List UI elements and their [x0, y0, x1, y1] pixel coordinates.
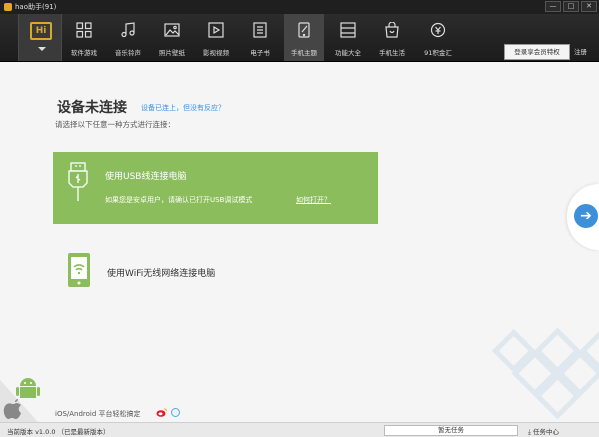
- nav-label: 手机生活: [379, 49, 405, 57]
- usb-connect-option[interactable]: 使用USB线连接电脑 如果您是安卓用户，请确认已打开USB调试模式 如何打开？: [53, 152, 378, 224]
- nav-themes[interactable]: 手机主题: [284, 14, 324, 61]
- nav-label: 电子书: [250, 49, 270, 57]
- register-link[interactable]: 注册: [574, 46, 587, 56]
- minimize-button[interactable]: —: [545, 1, 561, 12]
- task-center-button[interactable]: ⤓ 任务中心: [528, 426, 559, 437]
- wifi-phone-icon: [68, 253, 90, 287]
- nav-label: 音乐铃声: [115, 49, 141, 57]
- nav-features[interactable]: 功能大全: [328, 14, 368, 61]
- window-controls: — □ ✕: [545, 1, 597, 12]
- nav-label: 软件游戏: [71, 49, 97, 57]
- usb-cable-icon: [68, 162, 88, 201]
- list-icon: [340, 22, 356, 38]
- decorative-squares-graphic: [491, 327, 599, 420]
- nav-music[interactable]: 音乐铃声: [108, 14, 148, 61]
- window-title: hao助手(91): [15, 3, 57, 11]
- app-icon: [4, 3, 12, 11]
- nav-label: 影视视频: [203, 49, 229, 57]
- platform-support-text: iOS/Android 平台轻松搞定: [55, 410, 141, 418]
- member-login-button[interactable]: 登录享会员特权: [504, 44, 570, 60]
- wifi-connect-option[interactable]: 使用WiFi无线网络连接电脑: [53, 245, 378, 295]
- version-info: 当前版本 v1.0.0 （已是最新版本）: [7, 428, 110, 436]
- android-ios-logo-graphic: [0, 378, 40, 422]
- task-status-box[interactable]: 暂无任务: [384, 425, 518, 436]
- arrow-right-icon: ➔: [574, 204, 598, 228]
- nav-photos[interactable]: 照片壁纸: [152, 14, 192, 61]
- book-icon: [253, 22, 267, 38]
- nav-91-jinhui[interactable]: 91积金汇: [418, 14, 458, 61]
- theme-icon: [298, 22, 310, 38]
- film-icon: [208, 22, 224, 38]
- apps-grid-icon: [76, 22, 92, 38]
- hi-logo-icon: Hi: [30, 22, 52, 40]
- usb-option-title: 使用USB线连接电脑: [105, 172, 187, 182]
- usb-option-description: 如果您是安卓用户，请确认已打开USB调试模式: [105, 196, 253, 204]
- page-title: 设备未连接: [57, 100, 127, 116]
- nav-apps-games[interactable]: 软件游戏: [64, 14, 104, 61]
- nav-label: 功能大全: [335, 49, 361, 57]
- nav-video[interactable]: 影视视频: [196, 14, 236, 61]
- connection-instruction: 请选择以下任意一种方式进行连接：: [55, 120, 175, 129]
- status-bar: 当前版本 v1.0.0 （已是最新版本） 暂无任务 ⤓ 任务中心: [0, 422, 599, 437]
- chevron-down-icon: [38, 47, 46, 51]
- photo-icon: [164, 23, 180, 37]
- wifi-option-title: 使用WiFi无线网络连接电脑: [107, 269, 216, 279]
- weibo-icon[interactable]: [156, 408, 167, 417]
- how-to-enable-debug-link[interactable]: 如何打开？: [296, 195, 331, 205]
- home-logo-button[interactable]: Hi: [18, 14, 62, 61]
- title-bar: hao助手(91) — □ ✕: [0, 0, 599, 14]
- maximize-button[interactable]: □: [563, 1, 579, 12]
- task-center-label: 任务中心: [532, 428, 559, 436]
- device-no-response-link[interactable]: 设备已连上，但没有反应？: [141, 103, 225, 113]
- close-button[interactable]: ✕: [581, 1, 597, 12]
- nav-label: 91积金汇: [424, 49, 452, 57]
- nav-life[interactable]: 手机生活: [372, 14, 412, 61]
- shopping-bag-icon: [385, 22, 399, 38]
- next-panel-button[interactable]: ➔: [567, 184, 599, 250]
- coins-icon: [430, 22, 446, 38]
- main-toolbar: Hi 软件游戏 音乐铃声 照片壁纸 影视视频 电子书 手机主题 功能大全 手机生…: [0, 14, 599, 62]
- nav-ebooks[interactable]: 电子书: [240, 14, 280, 61]
- main-content: 设备未连接 设备已连上，但没有反应？ 请选择以下任意一种方式进行连接： 使用US…: [0, 62, 599, 422]
- music-note-icon: [121, 22, 135, 38]
- qq-icon[interactable]: [171, 408, 180, 417]
- nav-label: 手机主题: [291, 49, 317, 57]
- nav-label: 照片壁纸: [159, 49, 185, 57]
